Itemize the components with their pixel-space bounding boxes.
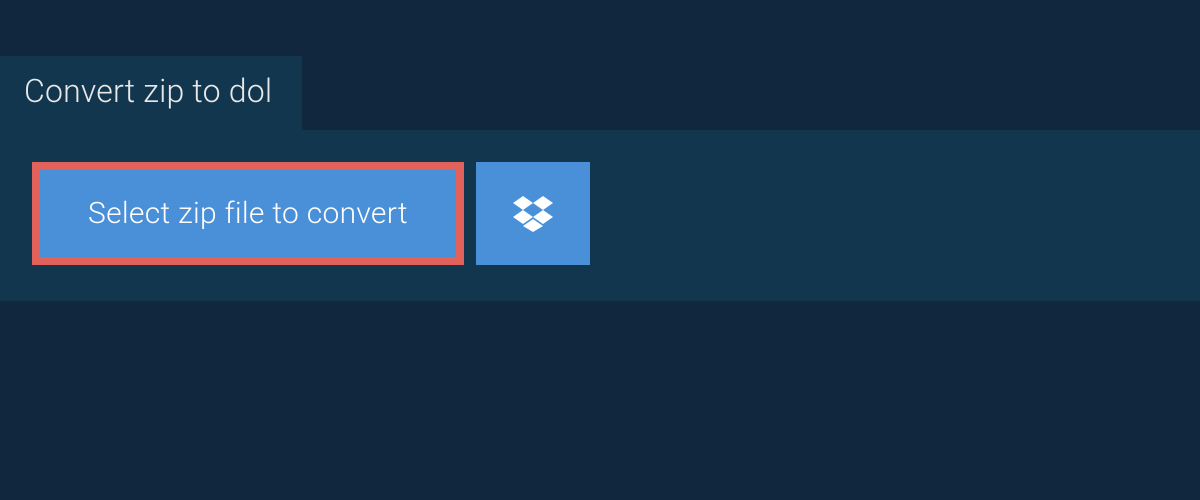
select-file-label: Select zip file to convert: [88, 196, 408, 231]
upload-panel: Select zip file to convert: [0, 130, 1200, 301]
select-file-button[interactable]: Select zip file to convert: [32, 162, 464, 265]
tab-bar: Convert zip to dol: [0, 0, 1200, 130]
dropbox-icon: [513, 194, 553, 234]
button-row: Select zip file to convert: [32, 162, 1168, 265]
dropbox-button[interactable]: [476, 162, 590, 265]
tab-label: Convert zip to dol: [24, 72, 272, 110]
tab-convert-zip-to-dol[interactable]: Convert zip to dol: [0, 56, 302, 130]
